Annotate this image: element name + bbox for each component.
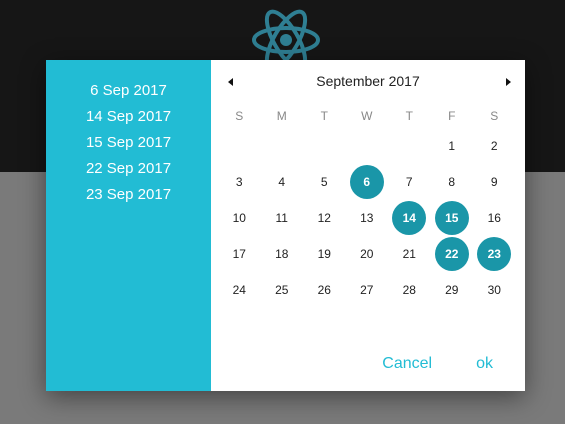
calendar-day[interactable]: 26 bbox=[303, 272, 346, 308]
calendar-day-selected[interactable]: 15 bbox=[431, 200, 474, 236]
calendar-day-number: 22 bbox=[434, 237, 469, 271]
calendar-day[interactable]: 11 bbox=[261, 200, 304, 236]
calendar-day-number: 17 bbox=[232, 247, 246, 261]
calendar-day-selected[interactable]: 14 bbox=[388, 200, 431, 236]
calendar-days-grid: 1 2 3 4 5 6 7 8 9 10 11 12 13 14 15 16 17 18 19 20 21 22 23 24 2… bbox=[218, 128, 516, 308]
calendar-day[interactable]: 1 bbox=[431, 128, 474, 164]
calendar-day[interactable]: 20 bbox=[346, 236, 389, 272]
date-picker-dialog: 6 Sep 2017 14 Sep 2017 15 Sep 2017 22 Sep 2… bbox=[46, 60, 525, 391]
calendar-day[interactable]: 24 bbox=[218, 272, 261, 308]
calendar-day-number: 13 bbox=[360, 211, 374, 225]
calendar-day[interactable]: 9 bbox=[473, 164, 516, 200]
calendar-day[interactable]: 16 bbox=[473, 200, 516, 236]
calendar-day[interactable]: 3 bbox=[218, 164, 261, 200]
calendar-day-number: 20 bbox=[360, 247, 374, 261]
calendar-day-number: 26 bbox=[317, 283, 331, 297]
calendar-day-number: 1 bbox=[448, 139, 456, 153]
calendar-day[interactable]: 13 bbox=[346, 200, 389, 236]
calendar-day-number: 12 bbox=[317, 211, 331, 225]
empty-day-cell bbox=[218, 128, 261, 164]
calendar-day-number: 8 bbox=[448, 175, 456, 189]
calendar-day-number: 28 bbox=[402, 283, 416, 297]
selected-date-item: 15 Sep 2017 bbox=[85, 134, 172, 151]
calendar-day-selected[interactable]: 6 bbox=[346, 164, 389, 200]
selected-date-item: 23 Sep 2017 bbox=[85, 186, 172, 203]
empty-day-cell bbox=[388, 128, 431, 164]
calendar-day-selected[interactable]: 22 bbox=[431, 236, 474, 272]
calendar-day-number: 6 bbox=[349, 165, 384, 199]
ok-button[interactable]: ok bbox=[464, 355, 505, 373]
calendar-day-number: 14 bbox=[392, 201, 427, 235]
selected-date-item: 22 Sep 2017 bbox=[85, 160, 172, 177]
calendar-day-number: 2 bbox=[490, 139, 498, 153]
calendar-day-number: 5 bbox=[320, 175, 328, 189]
calendar-day-number: 30 bbox=[487, 283, 501, 297]
calendar-day[interactable]: 8 bbox=[431, 164, 474, 200]
calendar-panel: September 2017 SMTWTFS 1 2 3 4 5 6 7 8 9 10 11 12 13… bbox=[211, 60, 525, 391]
triangle-right-icon bbox=[505, 78, 511, 86]
calendar-day-number: 27 bbox=[360, 283, 374, 297]
calendar-header: September 2017 bbox=[211, 70, 525, 94]
dialog-actions: Cancel ok bbox=[370, 355, 525, 373]
calendar-day-number: 25 bbox=[275, 283, 289, 297]
calendar-day-number: 24 bbox=[232, 283, 246, 297]
calendar-day[interactable]: 18 bbox=[261, 236, 304, 272]
calendar-day[interactable]: 21 bbox=[388, 236, 431, 272]
cancel-button[interactable]: Cancel bbox=[370, 355, 444, 373]
calendar-day-number: 10 bbox=[232, 211, 246, 225]
calendar-day-number: 21 bbox=[402, 247, 416, 261]
selected-dates-panel: 6 Sep 2017 14 Sep 2017 15 Sep 2017 22 Sep 2… bbox=[46, 60, 211, 391]
calendar-day-number: 9 bbox=[490, 175, 498, 189]
calendar-day-number: 18 bbox=[275, 247, 289, 261]
empty-day-cell bbox=[346, 128, 389, 164]
calendar-day[interactable]: 2 bbox=[473, 128, 516, 164]
calendar-day-number: 3 bbox=[235, 175, 243, 189]
calendar-day-number: 29 bbox=[445, 283, 459, 297]
next-month-button[interactable] bbox=[499, 73, 517, 91]
calendar-day[interactable]: 29 bbox=[431, 272, 474, 308]
calendar-day-number: 23 bbox=[477, 237, 512, 271]
calendar-day-number: 16 bbox=[487, 211, 501, 225]
calendar-day[interactable]: 19 bbox=[303, 236, 346, 272]
calendar-day[interactable]: 27 bbox=[346, 272, 389, 308]
empty-day-cell bbox=[261, 128, 304, 164]
calendar-day[interactable]: 5 bbox=[303, 164, 346, 200]
calendar-day-number: 19 bbox=[317, 247, 331, 261]
empty-day-cell bbox=[303, 128, 346, 164]
calendar-day[interactable]: 4 bbox=[261, 164, 304, 200]
selected-date-item: 6 Sep 2017 bbox=[90, 82, 167, 99]
calendar-day[interactable]: 25 bbox=[261, 272, 304, 308]
month-title: September 2017 bbox=[316, 73, 420, 89]
calendar-day[interactable]: 10 bbox=[218, 200, 261, 236]
calendar-day-number: 11 bbox=[275, 211, 288, 225]
calendar-day-number: 15 bbox=[434, 201, 469, 235]
calendar-day-number: 7 bbox=[405, 175, 413, 189]
selected-date-item: 14 Sep 2017 bbox=[85, 108, 172, 125]
calendar-day[interactable]: 12 bbox=[303, 200, 346, 236]
calendar-day[interactable]: 28 bbox=[388, 272, 431, 308]
calendar-day-selected[interactable]: 23 bbox=[473, 236, 516, 272]
calendar-day-number: 4 bbox=[278, 175, 286, 189]
calendar-day[interactable]: 17 bbox=[218, 236, 261, 272]
calendar-day[interactable]: 7 bbox=[388, 164, 431, 200]
calendar-day[interactable]: 30 bbox=[473, 272, 516, 308]
